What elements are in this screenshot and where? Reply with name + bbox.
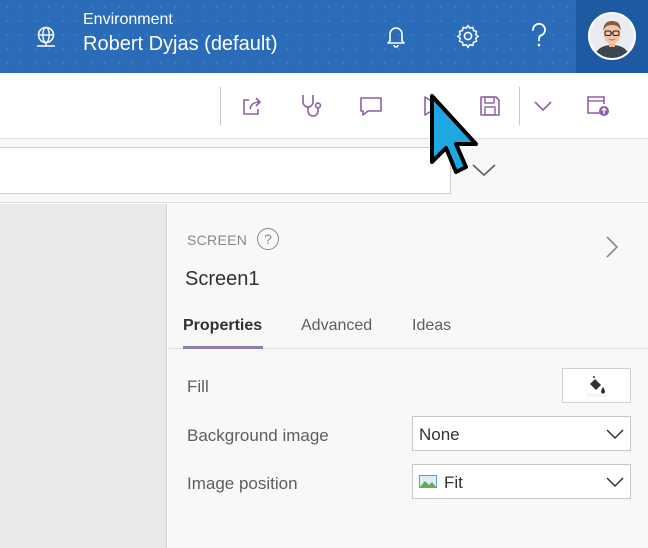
image-thumbnail-icon: [419, 475, 437, 488]
environment-label: Environment: [83, 11, 173, 28]
mouse-pointer-icon: [430, 94, 478, 174]
fill-color-picker[interactable]: [562, 368, 631, 403]
help-icon: [532, 23, 546, 47]
globe-icon[interactable]: [33, 24, 59, 50]
app-checker-button[interactable]: [296, 90, 328, 122]
canvas-area[interactable]: [0, 204, 167, 548]
command-toolbar: [0, 73, 648, 139]
tab-advanced[interactable]: Advanced: [301, 317, 372, 335]
help-icon[interactable]: ?: [257, 228, 279, 250]
gear-icon: [456, 24, 480, 49]
chevron-right-icon[interactable]: [604, 235, 620, 259]
chevron-down-icon: [534, 101, 552, 112]
environment-name[interactable]: Robert Dyjas (default): [83, 33, 278, 56]
active-tab-indicator: [183, 346, 263, 349]
publish-icon: [587, 96, 609, 116]
formula-input[interactable]: [0, 147, 451, 194]
publish-button[interactable]: [582, 90, 614, 122]
pane-tabs: Properties Advanced Ideas: [168, 308, 648, 349]
notifications-button[interactable]: [380, 20, 412, 52]
avatar[interactable]: [588, 12, 636, 60]
background-image-value: None: [419, 425, 460, 444]
image-position-value: Fit: [444, 473, 463, 492]
chevron-down-icon: [606, 477, 624, 488]
toolbar-divider: [519, 87, 520, 125]
comment-icon: [360, 97, 382, 116]
account-area[interactable]: [576, 0, 648, 73]
bell-icon: [387, 27, 405, 48]
image-position-dropdown[interactable]: Fit: [412, 464, 631, 499]
properties-pane: SCREEN ? Screen1 Properties Advanced Ide…: [168, 204, 648, 548]
screen-name[interactable]: Screen1: [185, 268, 260, 291]
toolbar-divider: [220, 87, 221, 125]
background-image-label: Background image: [187, 426, 329, 445]
share-button[interactable]: [236, 90, 268, 122]
comments-button[interactable]: [355, 90, 387, 122]
fill-label: Fill: [187, 377, 209, 396]
save-options-button[interactable]: [527, 90, 559, 122]
help-button[interactable]: [523, 20, 555, 52]
app-header: Environment Robert Dyjas (default): [0, 0, 648, 73]
selected-control-type: SCREEN: [187, 232, 248, 248]
stethoscope-icon: [302, 95, 322, 117]
settings-button[interactable]: [452, 20, 484, 52]
formula-bar-row: [0, 139, 648, 203]
background-image-dropdown[interactable]: None: [412, 416, 631, 451]
user-photo-icon: [590, 14, 634, 58]
paint-bucket-icon: [587, 375, 606, 396]
share-icon: [243, 97, 261, 115]
image-position-label: Image position: [187, 474, 298, 493]
chevron-down-icon: [606, 429, 624, 440]
tab-properties[interactable]: Properties: [183, 317, 262, 335]
tab-ideas[interactable]: Ideas: [412, 317, 451, 335]
